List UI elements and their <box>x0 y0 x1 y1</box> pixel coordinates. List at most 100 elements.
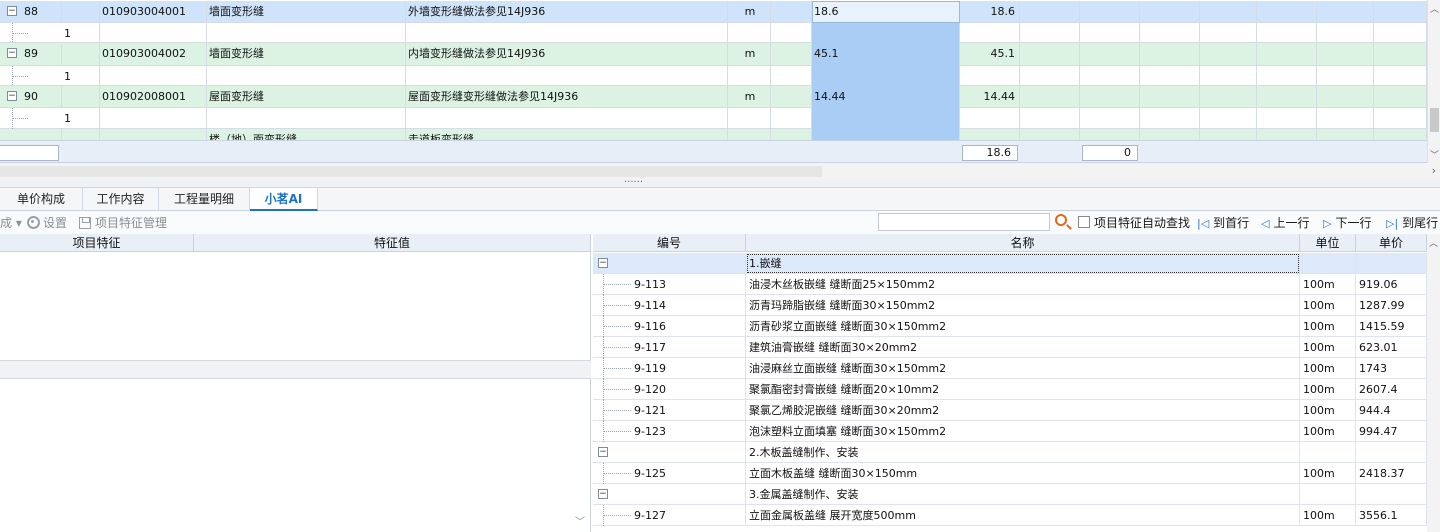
cell-empty[interactable] <box>771 1 812 23</box>
cell-empty[interactable] <box>1317 23 1374 43</box>
cell-price[interactable]: 1743 <box>1356 358 1427 379</box>
col-unit-header[interactable]: 单位 <box>1300 234 1356 252</box>
quota-table-scrollbar[interactable]: ︿ <box>1427 234 1440 532</box>
cell-empty[interactable] <box>1374 1 1427 23</box>
cell-name[interactable] <box>207 23 406 43</box>
cell-name[interactable]: 泡沫塑料立面填塞 缝断面30×150mm2 <box>746 421 1300 442</box>
scroll-up-icon[interactable]: ︿ <box>1428 2 1440 15</box>
cell-empty[interactable] <box>1200 43 1257 66</box>
cell-price[interactable] <box>1356 253 1427 274</box>
cell-code[interactable] <box>100 129 207 140</box>
cell-empty[interactable] <box>1374 86 1427 108</box>
scroll-right-icon[interactable]: › <box>1432 164 1436 177</box>
cell-code[interactable]: 9-113 <box>631 274 746 295</box>
cell-price[interactable]: 1415.59 <box>1356 316 1427 337</box>
cell-price[interactable]: 3556.1 <box>1356 505 1427 526</box>
cell-price[interactable]: 1287.99 <box>1356 295 1427 316</box>
collapse-icon[interactable]: − <box>7 6 17 16</box>
cell-unit[interactable]: m <box>728 1 771 23</box>
cell-empty[interactable] <box>1020 108 1080 129</box>
cell-name[interactable]: 楼（地）面变形缝 <box>207 129 406 140</box>
cell-name[interactable]: 3.金属盖缝制作、安装 <box>746 484 1300 505</box>
cell-empty[interactable] <box>1374 108 1427 129</box>
collapse-icon[interactable]: − <box>598 447 608 457</box>
cell-empty[interactable] <box>1317 108 1374 129</box>
cell-unit[interactable]: 100m <box>1300 379 1356 400</box>
cell-empty[interactable] <box>1080 86 1140 108</box>
cell-code[interactable]: 010903004002 <box>100 43 207 66</box>
cell-seq[interactable]: 1 <box>62 108 100 129</box>
bill-row[interactable]: 楼（地）面变形缝 走道板变形缝 <box>0 129 1427 140</box>
summary-zero-field[interactable]: 0 <box>1082 145 1138 161</box>
cell-unit[interactable]: 100m <box>1300 295 1356 316</box>
cell-seq[interactable]: 89 <box>22 43 62 66</box>
cell-price[interactable] <box>1356 442 1427 463</box>
cell-unit[interactable] <box>728 23 771 43</box>
col-feature-header[interactable]: 项目特征 <box>0 234 194 252</box>
feature-manage-button[interactable]: 项目特征管理 <box>79 214 167 232</box>
tab-quantity-detail[interactable]: 工程量明细 <box>159 188 250 211</box>
cell-code[interactable]: 9-125 <box>631 463 746 484</box>
cell-empty[interactable] <box>771 66 812 86</box>
cell-code[interactable] <box>100 66 207 86</box>
cell-empty[interactable] <box>1140 43 1200 66</box>
cell-empty[interactable] <box>1080 108 1140 129</box>
scroll-up-icon[interactable]: ︿ <box>1429 236 1438 249</box>
cell-unit[interactable]: 100m <box>1300 505 1356 526</box>
cell-empty[interactable] <box>1020 66 1080 86</box>
cell-feature[interactable]: 外墙变形缝做法参见14J936 <box>406 1 728 23</box>
cell-price[interactable]: 623.01 <box>1356 337 1427 358</box>
cell-name[interactable] <box>207 66 406 86</box>
scroll-down-icon[interactable]: ﹀ <box>575 513 585 528</box>
cell-empty[interactable] <box>1020 43 1080 66</box>
collapse-icon[interactable]: − <box>7 48 17 58</box>
cell-unit[interactable]: 100m <box>1300 463 1356 484</box>
cell-code[interactable]: 9-123 <box>631 421 746 442</box>
cell-unit[interactable]: 100m <box>1300 316 1356 337</box>
cell-qty-expr[interactable] <box>812 108 960 129</box>
cell-empty[interactable] <box>771 86 812 108</box>
cell-code[interactable] <box>613 253 746 274</box>
next-row-button[interactable]: ▷ 下一行 <box>1323 214 1371 232</box>
cell-qty[interactable] <box>960 23 1020 43</box>
scroll-down-icon[interactable]: ﹀ <box>1428 148 1440 161</box>
cell-code[interactable] <box>613 442 746 463</box>
quota-row[interactable]: 9-119 油浸麻丝立面嵌缝 缝断面30×150mm2 100m 1743 <box>593 358 1427 379</box>
cell-name[interactable]: 油浸麻丝立面嵌缝 缝断面30×150mm2 <box>746 358 1300 379</box>
cell-empty[interactable] <box>1257 23 1317 43</box>
cell-price[interactable]: 2607.4 <box>1356 379 1427 400</box>
search-icon[interactable] <box>1055 214 1067 226</box>
cell-name[interactable]: 立面木板盖缝 缝断面30×150mm <box>746 463 1300 484</box>
cell-qty-expr[interactable]: 18.6 <box>812 1 960 23</box>
cell-code[interactable] <box>100 23 207 43</box>
cell-feature[interactable] <box>406 108 728 129</box>
cell-qty-expr[interactable] <box>812 23 960 43</box>
cell-code[interactable]: 9-119 <box>631 358 746 379</box>
cell-seq[interactable]: 90 <box>22 86 62 108</box>
cell-code[interactable]: 9-114 <box>631 295 746 316</box>
cell-empty[interactable] <box>1140 66 1200 86</box>
cell-name[interactable]: 聚氯酯密封膏嵌缝 缝断面20×10mm2 <box>746 379 1300 400</box>
cell-empty[interactable] <box>1140 23 1200 43</box>
cell-unit[interactable] <box>1300 484 1356 505</box>
cell-empty[interactable] <box>1080 43 1140 66</box>
cell-empty[interactable] <box>1020 86 1080 108</box>
cell-empty[interactable] <box>1140 129 1200 140</box>
cell-unit[interactable]: 100m <box>1300 358 1356 379</box>
cell-feature[interactable]: 走道板变形缝 <box>406 129 728 140</box>
col-price-header[interactable]: 单价 <box>1356 234 1427 252</box>
cell-empty[interactable] <box>62 1 100 23</box>
cell-feature[interactable] <box>406 66 728 86</box>
quota-row[interactable]: 9-116 沥青砂浆立面嵌缝 缝断面30×150mm2 100m 1415.59 <box>593 316 1427 337</box>
cell-name[interactable]: 聚氯乙烯胶泥嵌缝 缝断面30×20mm2 <box>746 400 1300 421</box>
cell-code[interactable]: 9-121 <box>631 400 746 421</box>
quota-row[interactable]: 9-114 沥青玛蹄脂嵌缝 缝断面30×150mm2 100m 1287.99 <box>593 295 1427 316</box>
cell-empty[interactable] <box>1200 23 1257 43</box>
cell-name[interactable]: 2.木板盖缝制作、安装 <box>746 442 1300 463</box>
cell-price[interactable]: 2418.37 <box>1356 463 1427 484</box>
cell-empty[interactable] <box>62 129 100 140</box>
panel-splitter[interactable]: ······ <box>0 178 1440 188</box>
splitter-grip-icon[interactable]: ······ <box>624 178 643 188</box>
cell-empty[interactable] <box>1317 43 1374 66</box>
cell-empty[interactable] <box>62 43 100 66</box>
